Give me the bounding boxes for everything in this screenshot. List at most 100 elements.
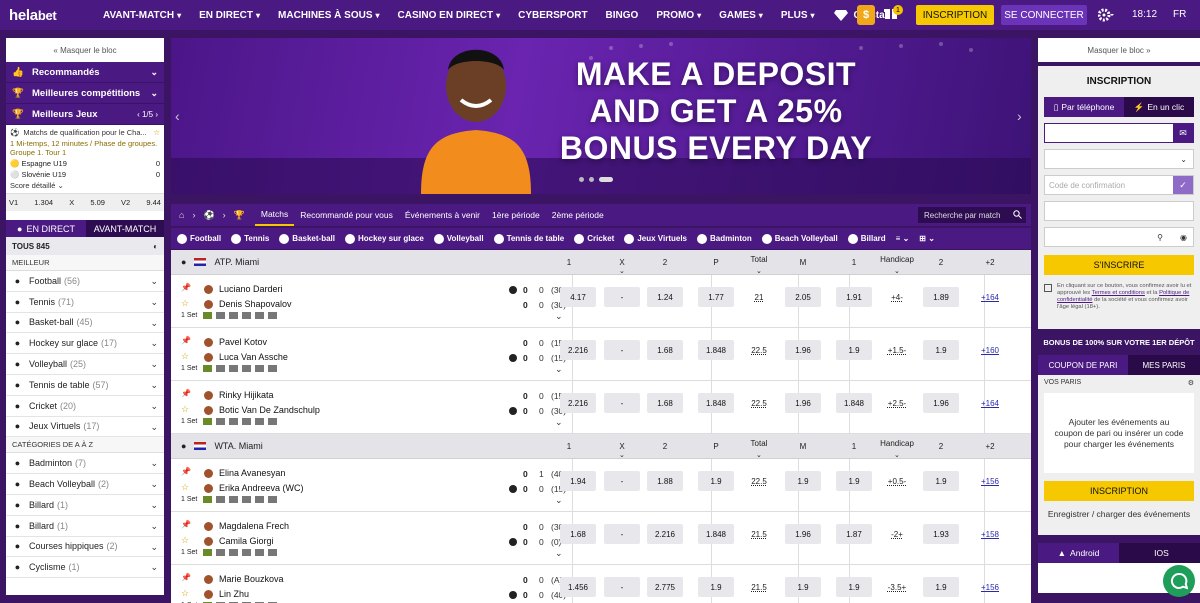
chevron-down-icon[interactable]: ⌄ [150,479,158,490]
pager[interactable]: ‹ 1/5 › [137,110,158,119]
sport-filter-item[interactable]: Cricket [574,233,614,244]
odds-button[interactable]: 1.848 [698,393,734,413]
ball-icon[interactable]: ⚽ [203,210,214,221]
tab-1ere-periode[interactable]: 1ère période [486,204,546,226]
settings-gear-icon[interactable] [1098,8,1114,22]
odds-button[interactable]: 1.9 [836,471,872,491]
chevron-down-icon[interactable]: ⌄ [150,380,158,391]
sport-row[interactable]: ● Tennis de table (57) ⌄ [6,375,164,396]
nav-games[interactable]: GAMES ▾ [710,0,772,30]
odds-button[interactable]: - [604,340,640,360]
category-row[interactable]: ● Courses hippiques (2) ⌄ [6,537,164,558]
more-markets-link[interactable]: +156 [975,583,1005,592]
league-header[interactable]: ● ATP. Miami 1 X 2 P Total M 1 Handicap 2 +2 ⌄ ⌄ ⌄ [171,250,1031,275]
stats-icon[interactable] [203,549,212,556]
chevron-down-icon[interactable]: ⌄ [555,417,563,428]
handicap-value[interactable]: -3.5+ [877,583,917,592]
stats-icon[interactable] [203,496,212,503]
nav-promo[interactable]: PROMO ▾ [647,0,710,30]
bonus-banner[interactable]: BONUS DE 100% SUR VOTRE 1ER DÉPÔT [1038,329,1200,355]
chevron-down-icon[interactable]: ⌄ [555,311,563,322]
total-value[interactable]: 22.5 [739,399,779,408]
chevron-down-icon[interactable]: ⌄ [150,297,158,308]
trophy-icon[interactable]: 🏆 [234,210,245,221]
odds-button[interactable]: - [604,577,640,597]
star-icon[interactable]: ☆ [181,588,189,599]
gear-icon[interactable]: ⚙ [1188,379,1194,387]
pin-icon[interactable]: 📌 [181,573,191,582]
odds-button[interactable]: 1.68 [647,393,683,413]
match-row[interactable]: 📌 ☆ 1 Set Pavel Kotov Luca Van Assche 0 0 (15) 0… [171,328,1031,381]
odds-button[interactable]: 1.456 [560,577,596,597]
odds-button[interactable]: 1.96 [785,393,821,413]
stats-icon[interactable] [268,549,277,556]
sport-filter-item[interactable]: Tennis [231,233,269,244]
banner-prev-arrow[interactable]: ‹ [175,108,180,124]
sport-row[interactable]: ● Cricket (20) ⌄ [6,396,164,417]
register-button[interactable]: INSCRIPTION [916,5,994,25]
sport-filter-item[interactable]: Hockey sur glace [344,233,424,244]
stats-icon[interactable] [255,365,264,372]
login-button[interactable]: SE CONNECTER [1001,5,1087,25]
stats-icon[interactable] [229,496,238,503]
chevron-down-icon[interactable]: ⌄ [150,500,158,511]
tab-avant-match[interactable]: AVANT-MATCH [86,220,164,237]
odds-button[interactable]: 1.88 [647,471,683,491]
pin-icon[interactable]: 📌 [181,389,191,398]
currency-select[interactable]: ⌄ [1044,149,1194,169]
tab-en-direct[interactable]: ● EN DIRECT [6,220,86,237]
odds-button[interactable]: 1.24 [647,287,683,307]
match-stats-icons[interactable] [203,418,277,425]
sport-filter-item[interactable]: Badminton [696,233,752,244]
sport-row[interactable]: ● Jeux Virtuels (17) ⌄ [6,417,164,438]
sport-filter-item[interactable]: Volleyball [433,233,484,244]
stats-icon[interactable] [242,365,251,372]
coupon-inscription-button[interactable]: INSCRIPTION [1044,481,1194,501]
featured-match[interactable]: ⚽ Matchs de qualification pour le Cha... ☆… [6,125,164,194]
match-stats-icons[interactable] [203,365,277,372]
odds-button[interactable]: 1.9 [836,340,872,360]
more-markets-link[interactable]: +164 [975,293,1005,302]
chevron-down-icon[interactable]: ⌄ [150,562,158,573]
total-value[interactable]: 21.5 [739,530,779,539]
odds-button[interactable]: 1.848 [698,340,734,360]
sport-filter-item[interactable]: Billard [847,233,886,244]
stats-icon[interactable] [216,365,225,372]
odds-button[interactable]: 1.848 [698,524,734,544]
odds-button[interactable]: 1.87 [836,524,872,544]
password-input[interactable]: ⚲ ◉ [1044,227,1194,247]
category-row[interactable]: ● Cyclisme (1) ⌄ [6,557,164,579]
handicap-value[interactable]: +1.5- [877,346,917,355]
stats-icon[interactable] [229,312,238,319]
odds-button[interactable]: 2.216 [560,393,596,413]
match-search-input[interactable]: Recherche par match [918,207,1026,223]
odds-button[interactable]: 1.91 [836,287,872,307]
total-value[interactable]: 21 [739,293,779,302]
odds-button[interactable]: 2.775 [647,577,683,597]
chevron-down-icon[interactable]: ⌄ [894,451,900,459]
banner-next-arrow[interactable]: › [1017,108,1022,124]
consent-checkbox[interactable] [1044,284,1052,292]
stats-icon[interactable] [216,312,225,319]
nav-avant-match[interactable]: AVANT-MATCH ▾ [94,0,190,30]
stats-icon[interactable] [268,365,277,372]
stats-icon[interactable] [255,549,264,556]
gamepad-icon[interactable]: ⊞ ⌄ [919,234,935,243]
score-detail-link[interactable]: Score détaillé [10,181,55,190]
phone-input[interactable]: ✉ [1044,123,1194,143]
total-value[interactable]: 21.5 [739,583,779,592]
sport-row[interactable]: ● Volleyball (25) ⌄ [6,354,164,375]
stats-icon[interactable] [242,418,251,425]
chevron-down-icon[interactable]: ⌄ [555,548,563,559]
odds-button[interactable]: 1.9 [698,471,734,491]
total-value[interactable]: 22.5 [739,477,779,486]
sport-filter-item[interactable]: Jeux Virtuels [624,233,687,244]
email-input[interactable] [1044,201,1194,221]
stats-icon[interactable] [229,365,238,372]
sport-row[interactable]: ● Tennis (71) ⌄ [6,292,164,313]
star-icon[interactable]: ☆ [181,404,189,415]
match-stats-icons[interactable] [203,496,277,503]
sport-row[interactable]: ● Hockey sur glace (17) ⌄ [6,333,164,355]
stats-icon[interactable] [229,418,238,425]
odds-button[interactable]: 2.216 [560,340,596,360]
